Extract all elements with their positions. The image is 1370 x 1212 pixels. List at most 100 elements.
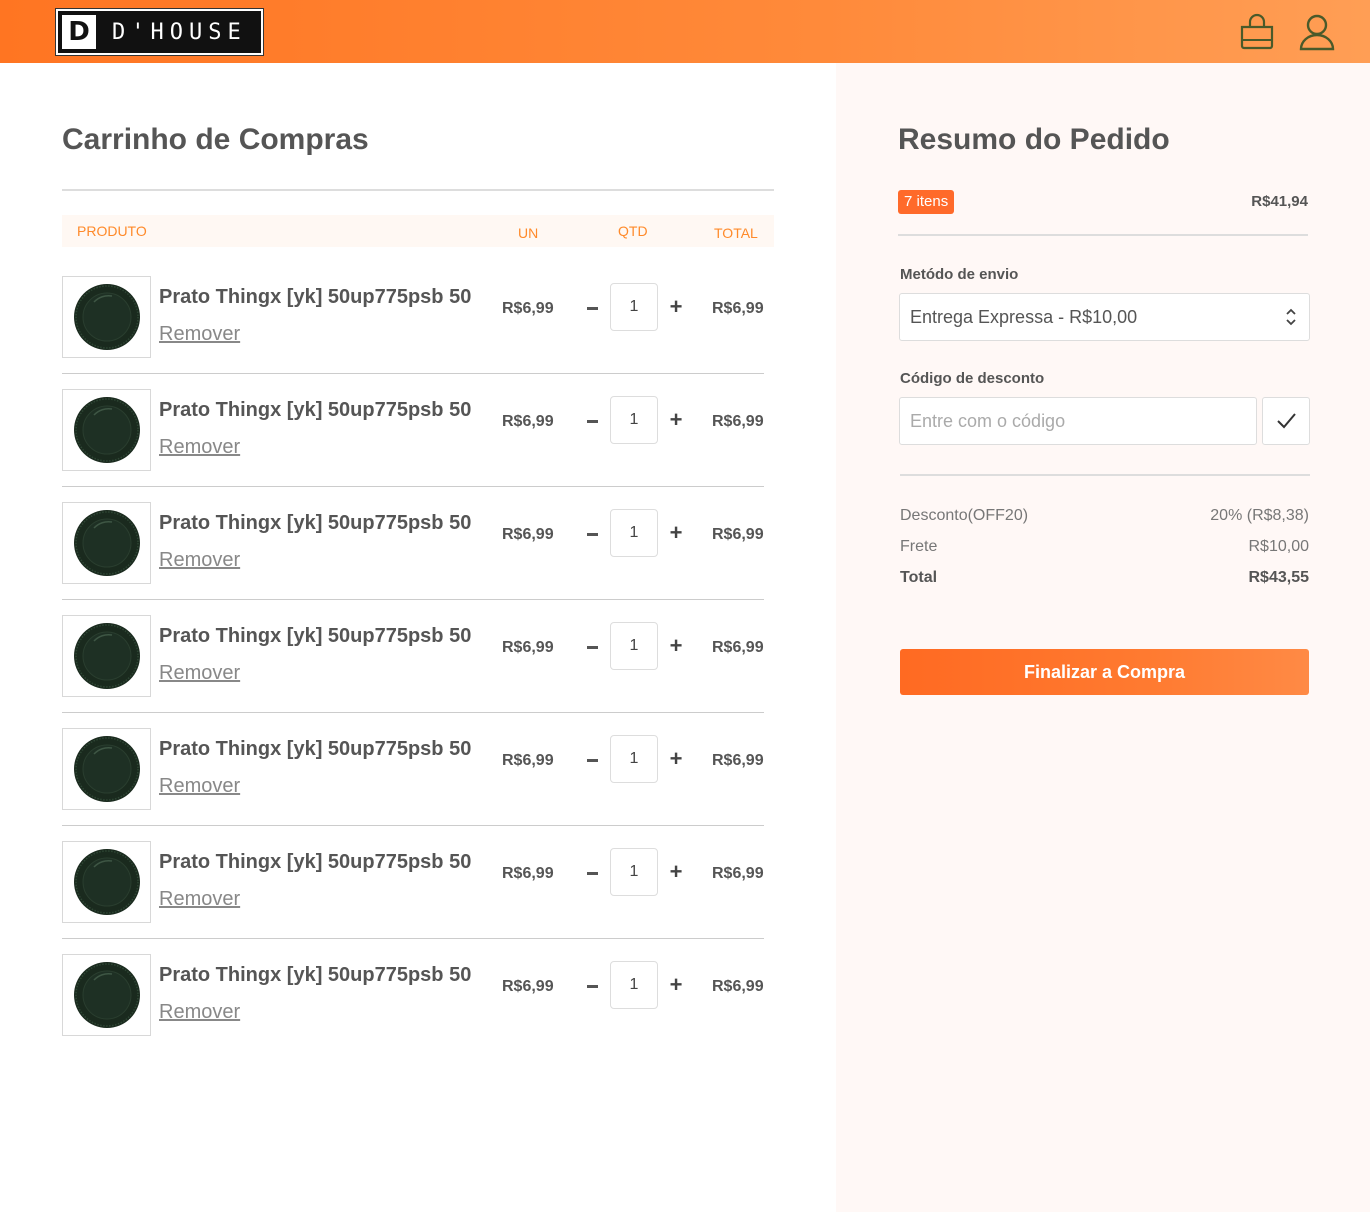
unit-price: R$6,99	[502, 413, 554, 430]
product-name[interactable]: Prato Thingx [yk] 50up775psb 50	[159, 738, 471, 761]
plate-image	[73, 510, 140, 576]
decrease-qty-button[interactable]	[584, 407, 600, 435]
plate-image	[73, 849, 140, 915]
increase-qty-button[interactable]: +	[668, 746, 684, 772]
totals-divider	[900, 474, 1310, 476]
product-thumbnail[interactable]	[62, 389, 151, 471]
quantity-input[interactable]: 1	[610, 622, 658, 670]
total-value: R$43,55	[1248, 569, 1310, 586]
decrease-qty-button[interactable]	[584, 520, 600, 548]
product-name[interactable]: Prato Thingx [yk] 50up775psb 50	[159, 625, 471, 648]
shipping-method-select[interactable]: Entrega Expressa - R$10,00	[899, 293, 1310, 341]
shopping-bag-icon[interactable]	[1237, 12, 1277, 52]
remove-link[interactable]: Remover	[159, 436, 240, 459]
logo-text: D'HOUSE	[112, 19, 247, 45]
increase-qty-button[interactable]: +	[668, 633, 684, 659]
row-divider	[62, 599, 764, 600]
unit-price: R$6,99	[502, 639, 554, 656]
summary-title: Resumo do Pedido	[898, 123, 1170, 156]
cart-row: Prato Thingx [yk] 50up775psb 50 Remover R$…	[62, 615, 764, 728]
row-divider	[62, 938, 764, 939]
user-icon[interactable]	[1297, 12, 1337, 52]
total-label: Total	[900, 569, 938, 586]
product-thumbnail[interactable]	[62, 502, 151, 584]
cart-row: Prato Thingx [yk] 50up775psb 50 Remover R$…	[62, 954, 764, 1067]
cart-row: Prato Thingx [yk] 50up775psb 50 Remover R$…	[62, 728, 764, 841]
product-thumbnail[interactable]	[62, 954, 151, 1036]
remove-link[interactable]: Remover	[159, 662, 240, 685]
row-total: R$6,99	[712, 300, 764, 317]
product-thumbnail[interactable]	[62, 841, 151, 923]
decrease-qty-button[interactable]	[584, 633, 600, 661]
plate-image	[73, 284, 140, 350]
minus-icon	[587, 420, 598, 423]
unit-price: R$6,99	[502, 752, 554, 769]
items-count-badge: 7 itens	[898, 190, 955, 214]
unit-price: R$6,99	[502, 300, 554, 317]
product-name[interactable]: Prato Thingx [yk] 50up775psb 50	[159, 851, 471, 874]
apply-code-button[interactable]	[1262, 397, 1310, 445]
increase-qty-button[interactable]: +	[668, 294, 684, 320]
product-thumbnail[interactable]	[62, 728, 151, 810]
remove-link[interactable]: Remover	[159, 888, 240, 911]
cart-row: Prato Thingx [yk] 50up775psb 50 Remover R$…	[62, 276, 764, 389]
column-total: TOTAL	[714, 225, 758, 241]
decrease-qty-button[interactable]	[584, 746, 600, 774]
unit-price: R$6,99	[502, 978, 554, 995]
row-total: R$6,99	[712, 752, 764, 769]
product-thumbnail[interactable]	[62, 276, 151, 358]
row-divider	[62, 712, 764, 713]
unit-price: R$6,99	[502, 865, 554, 882]
discount-label: Desconto(OFF20)	[900, 507, 1029, 524]
product-name[interactable]: Prato Thingx [yk] 50up775psb 50	[159, 399, 471, 422]
decrease-qty-button[interactable]	[584, 972, 600, 1000]
quantity-input[interactable]: 1	[610, 509, 658, 557]
page-title: Carrinho de Compras	[62, 123, 369, 156]
brand-logo[interactable]: D D'HOUSE	[56, 9, 263, 55]
row-divider	[62, 486, 764, 487]
shipping-method-value: Entrega Expressa - R$10,00	[910, 307, 1138, 327]
remove-link[interactable]: Remover	[159, 1001, 240, 1024]
product-thumbnail[interactable]	[62, 615, 151, 697]
freight-value: R$10,00	[1248, 538, 1310, 555]
checkout-button[interactable]: Finalizar a Compra	[900, 649, 1309, 695]
discount-code-label: Código de desconto	[900, 370, 1045, 387]
increase-qty-button[interactable]: +	[668, 407, 684, 433]
quantity-input[interactable]: 1	[610, 283, 658, 331]
row-total: R$6,99	[712, 865, 764, 882]
remove-link[interactable]: Remover	[159, 549, 240, 572]
column-product: PRODUTO	[77, 223, 147, 239]
remove-link[interactable]: Remover	[159, 323, 240, 346]
cart-row: Prato Thingx [yk] 50up775psb 50 Remover R$…	[62, 389, 764, 502]
row-total: R$6,99	[712, 526, 764, 543]
cart-table-header: PRODUTO UN QTD TOTAL	[62, 215, 774, 247]
remove-link[interactable]: Remover	[159, 775, 240, 798]
shipping-method-label: Metódo de envio	[900, 266, 1019, 283]
decrease-qty-button[interactable]	[584, 859, 600, 887]
product-name[interactable]: Prato Thingx [yk] 50up775psb 50	[159, 286, 471, 309]
quantity-input[interactable]: 1	[610, 396, 658, 444]
unit-price: R$6,99	[502, 526, 554, 543]
freight-line: Frete R$10,00	[900, 538, 1309, 556]
quantity-input[interactable]: 1	[610, 848, 658, 896]
discount-line: Desconto(OFF20) 20% (R$8,38)	[900, 507, 1309, 525]
minus-icon	[587, 533, 598, 536]
quantity-input[interactable]: 1	[610, 735, 658, 783]
top-header: D D'HOUSE	[0, 0, 1370, 63]
plate-image	[73, 623, 140, 689]
increase-qty-button[interactable]: +	[668, 972, 684, 998]
increase-qty-button[interactable]: +	[668, 859, 684, 885]
discount-code-input[interactable]: Entre com o código	[899, 397, 1257, 445]
summary-divider	[898, 234, 1308, 236]
row-total: R$6,99	[712, 413, 764, 430]
decrease-qty-button[interactable]	[584, 294, 600, 322]
plate-image	[73, 736, 140, 802]
column-unit: UN	[518, 225, 539, 241]
minus-icon	[587, 759, 598, 762]
product-name[interactable]: Prato Thingx [yk] 50up775psb 50	[159, 512, 471, 535]
plate-image	[73, 397, 140, 463]
quantity-input[interactable]: 1	[610, 961, 658, 1009]
increase-qty-button[interactable]: +	[668, 520, 684, 546]
logo-mark: D	[62, 15, 96, 49]
product-name[interactable]: Prato Thingx [yk] 50up775psb 50	[159, 964, 471, 987]
